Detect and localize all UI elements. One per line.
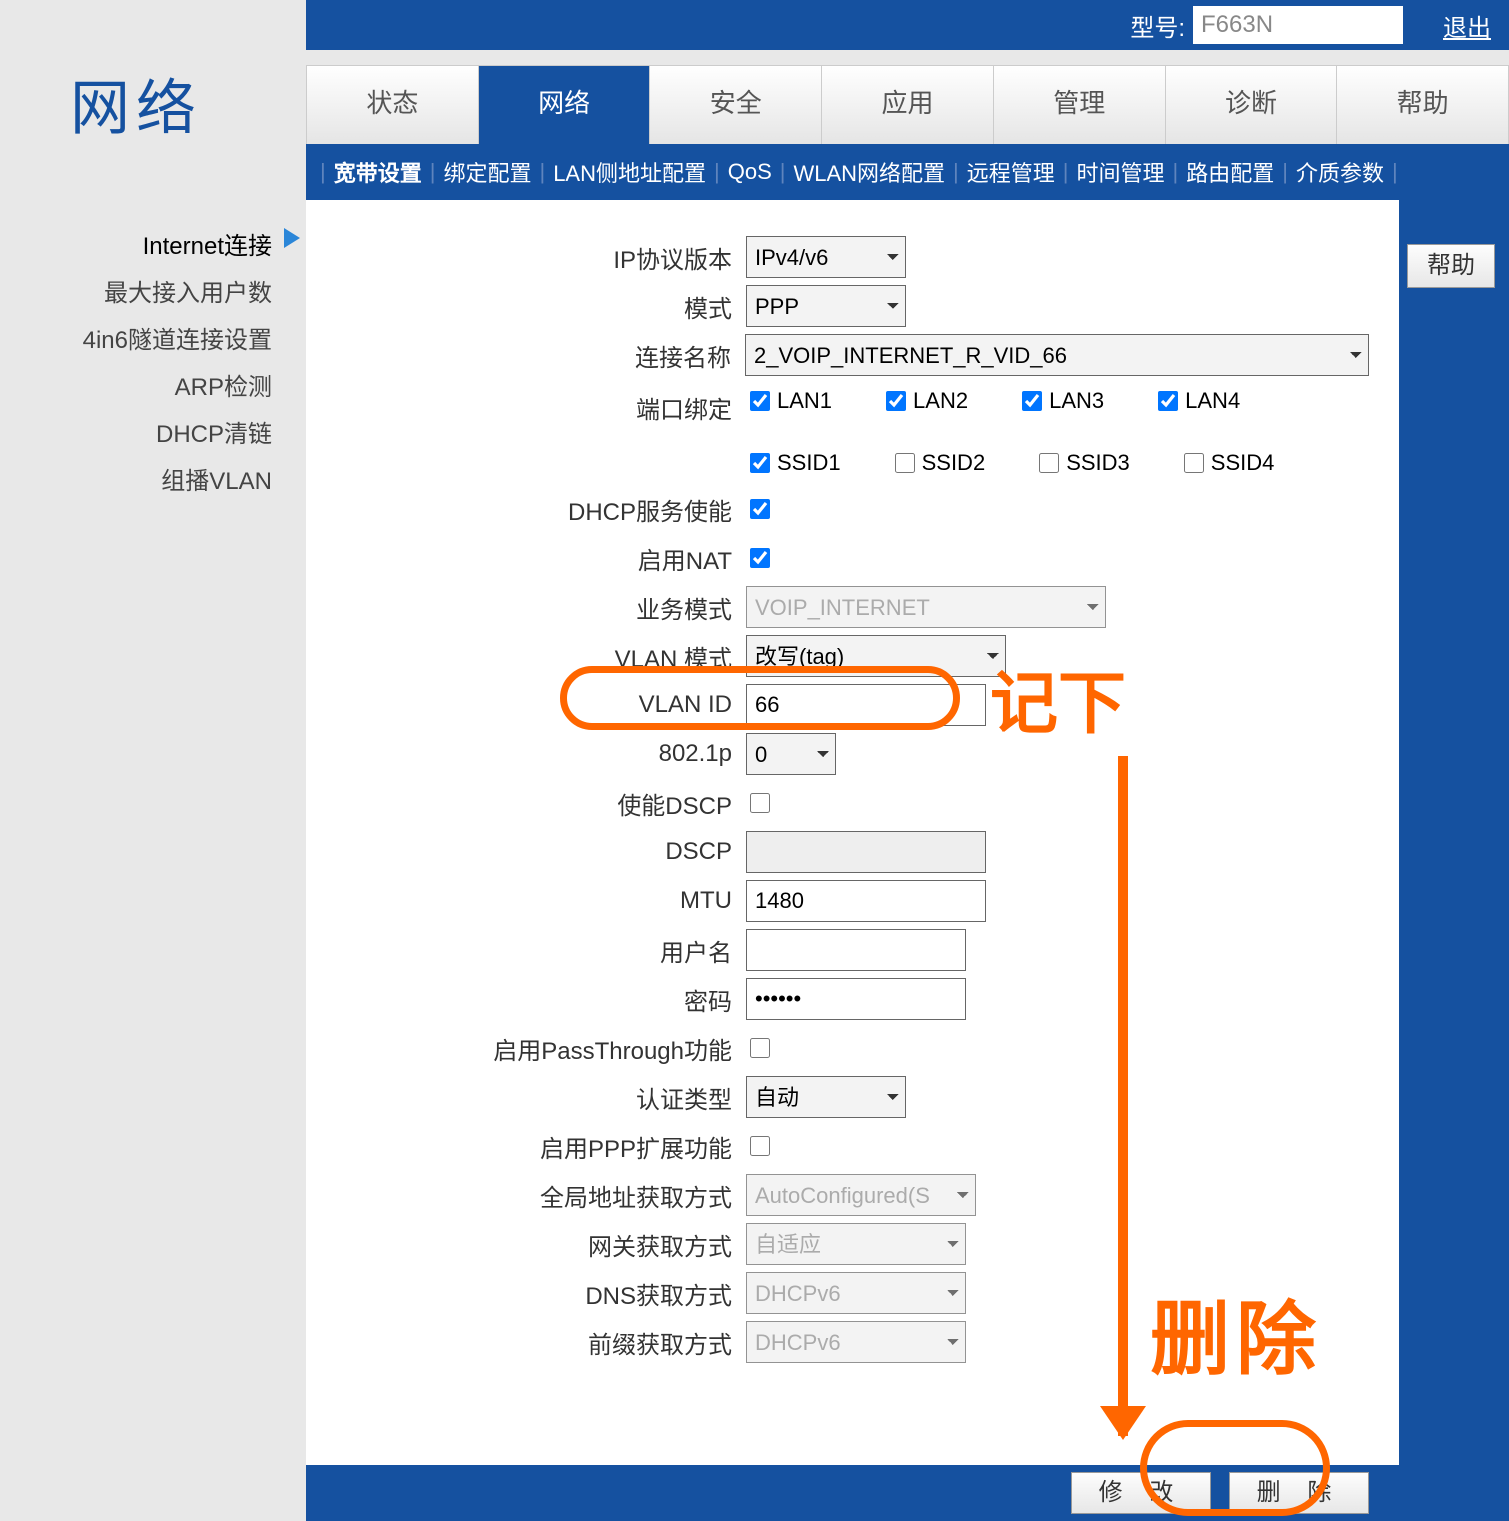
tab-management[interactable]: 管理 bbox=[994, 66, 1166, 144]
subnav-qos[interactable]: QoS bbox=[728, 159, 772, 185]
subnav-time[interactable]: 时间管理 bbox=[1076, 156, 1164, 188]
ip-version-select[interactable]: IPv4/v6 bbox=[746, 236, 906, 278]
ip-version-label: IP协议版本 bbox=[306, 240, 746, 275]
tab-network[interactable]: 网络 bbox=[479, 66, 651, 144]
port-lan2-checkbox[interactable] bbox=[886, 391, 906, 411]
port-ssid2: SSID2 bbox=[891, 450, 986, 476]
prefix-mode-label: 前缀获取方式 bbox=[306, 1325, 746, 1360]
ppp-ext-checkbox[interactable] bbox=[750, 1136, 770, 1156]
sidebar-item-maxusers[interactable]: 最大接入用户数 bbox=[0, 267, 300, 314]
service-mode-label: 业务模式 bbox=[306, 590, 746, 625]
sidebar-item-internet[interactable]: Internet连接 bbox=[0, 220, 300, 267]
mode-select[interactable]: PPP bbox=[746, 285, 906, 327]
bottom-bar: 修 改 删 除 bbox=[306, 1465, 1509, 1521]
connection-name-label: 连接名称 bbox=[306, 338, 745, 373]
content-panel: 帮助 IP协议版本 IPv4/v6 模式 PPP 连接名称 2_VOIP_INT… bbox=[306, 200, 1399, 1465]
main-tabs: 状态 网络 安全 应用 管理 诊断 帮助 bbox=[306, 65, 1509, 145]
nat-enable-label: 启用NAT bbox=[306, 541, 746, 576]
subnav-broadband[interactable]: 宽带设置 bbox=[334, 156, 422, 188]
tab-status[interactable]: 状态 bbox=[307, 66, 479, 144]
delete-button[interactable]: 删 除 bbox=[1229, 1472, 1369, 1514]
dscp-label: DSCP bbox=[306, 838, 746, 866]
gateway-mode-label: 网关获取方式 bbox=[306, 1227, 746, 1262]
modify-button[interactable]: 修 改 bbox=[1071, 1472, 1211, 1514]
subnav-media[interactable]: 介质参数 bbox=[1296, 156, 1384, 188]
sidebar-item-multicast-vlan[interactable]: 组播VLAN bbox=[0, 455, 300, 502]
port-ssid3-checkbox[interactable] bbox=[1039, 453, 1059, 473]
port-lan1-checkbox[interactable] bbox=[750, 391, 770, 411]
tab-security[interactable]: 安全 bbox=[650, 66, 822, 144]
dot1p-label: 802.1p bbox=[306, 740, 746, 768]
connection-name-select[interactable]: 2_VOIP_INTERNET_R_VID_66 bbox=[745, 334, 1369, 376]
mtu-input[interactable] bbox=[746, 880, 986, 922]
subnav-lan[interactable]: LAN侧地址配置 bbox=[553, 156, 706, 188]
ppp-ext-label: 启用PPP扩展功能 bbox=[306, 1129, 746, 1164]
vlan-id-label: VLAN ID bbox=[306, 691, 746, 719]
port-lan4-checkbox[interactable] bbox=[1158, 391, 1178, 411]
dscp-input[interactable] bbox=[746, 831, 986, 873]
global-addr-select[interactable]: AutoConfigured(S bbox=[746, 1174, 976, 1216]
dhcp-enable-label: DHCP服务使能 bbox=[306, 492, 746, 527]
model-value: F663N bbox=[1193, 6, 1403, 44]
password-input[interactable] bbox=[746, 978, 966, 1020]
subnav-binding[interactable]: 绑定配置 bbox=[443, 156, 531, 188]
username-label: 用户名 bbox=[306, 933, 746, 968]
port-ssid2-checkbox[interactable] bbox=[895, 453, 915, 473]
dot1p-select[interactable]: 0 bbox=[746, 733, 836, 775]
subnav-remote[interactable]: 远程管理 bbox=[967, 156, 1055, 188]
port-ssid4-checkbox[interactable] bbox=[1184, 453, 1204, 473]
sidebar-item-4in6[interactable]: 4in6隧道连接设置 bbox=[0, 314, 300, 361]
password-label: 密码 bbox=[306, 982, 746, 1017]
port-ssid1: SSID1 bbox=[746, 450, 841, 476]
port-lan3: LAN3 bbox=[1018, 388, 1104, 414]
auth-type-select[interactable]: 自动 bbox=[746, 1076, 906, 1118]
service-mode-select[interactable]: VOIP_INTERNET bbox=[746, 586, 1106, 628]
dscp-enable-checkbox[interactable] bbox=[750, 793, 770, 813]
passthrough-checkbox[interactable] bbox=[750, 1038, 770, 1058]
auth-type-label: 认证类型 bbox=[306, 1080, 746, 1115]
prefix-mode-select[interactable]: DHCPv6 bbox=[746, 1321, 966, 1363]
nat-enable-checkbox[interactable] bbox=[750, 548, 770, 568]
global-addr-label: 全局地址获取方式 bbox=[306, 1178, 746, 1213]
tab-help[interactable]: 帮助 bbox=[1337, 66, 1508, 144]
gateway-mode-select[interactable]: 自适应 bbox=[746, 1223, 966, 1265]
logout-link[interactable]: 退出 bbox=[1443, 8, 1491, 43]
vlan-mode-select[interactable]: 改写(tag) bbox=[746, 635, 1006, 677]
right-strip bbox=[1399, 200, 1509, 1465]
port-lan4: LAN4 bbox=[1154, 388, 1240, 414]
port-lan1: LAN1 bbox=[746, 388, 832, 414]
port-lan3-checkbox[interactable] bbox=[1022, 391, 1042, 411]
settings-form: IP协议版本 IPv4/v6 模式 PPP 连接名称 2_VOIP_INTERN… bbox=[306, 230, 1399, 1369]
sidebar: Internet连接 最大接入用户数 4in6隧道连接设置 ARP检测 DHCP… bbox=[0, 220, 300, 502]
sub-nav: | 宽带设置| 绑定配置| LAN侧地址配置| QoS| WLAN网络配置| 远… bbox=[306, 144, 1509, 200]
subnav-route[interactable]: 路由配置 bbox=[1186, 156, 1274, 188]
tab-application[interactable]: 应用 bbox=[822, 66, 994, 144]
vlan-id-input[interactable] bbox=[746, 684, 986, 726]
dns-mode-label: DNS获取方式 bbox=[306, 1276, 746, 1311]
dns-mode-select[interactable]: DHCPv6 bbox=[746, 1272, 966, 1314]
username-input[interactable] bbox=[746, 929, 966, 971]
vlan-mode-label: VLAN 模式 bbox=[306, 639, 746, 674]
model-label: 型号: bbox=[1130, 8, 1185, 43]
port-ssid4: SSID4 bbox=[1180, 450, 1275, 476]
top-bar: 型号: F663N 退出 bbox=[306, 0, 1509, 50]
sidebar-item-arp[interactable]: ARP检测 bbox=[0, 361, 300, 408]
port-lan2: LAN2 bbox=[882, 388, 968, 414]
passthrough-label: 启用PassThrough功能 bbox=[306, 1031, 746, 1066]
dhcp-enable-checkbox[interactable] bbox=[750, 499, 770, 519]
sidebar-item-dhcp[interactable]: DHCP清链 bbox=[0, 408, 300, 455]
tab-diagnosis[interactable]: 诊断 bbox=[1166, 66, 1338, 144]
port-binding-label: 端口绑定 bbox=[306, 382, 746, 425]
port-ssid1-checkbox[interactable] bbox=[750, 453, 770, 473]
dscp-enable-label: 使能DSCP bbox=[306, 786, 746, 821]
mtu-label: MTU bbox=[306, 887, 746, 915]
mode-label: 模式 bbox=[306, 289, 746, 324]
subnav-wlan[interactable]: WLAN网络配置 bbox=[793, 156, 945, 188]
port-binding-group: LAN1 LAN2 LAN3 LAN4 SSID1 SSID2 SSID3 SS… bbox=[746, 382, 1369, 482]
help-button[interactable]: 帮助 bbox=[1407, 244, 1495, 288]
page-title: 网络 bbox=[70, 60, 202, 147]
port-ssid3: SSID3 bbox=[1035, 450, 1130, 476]
